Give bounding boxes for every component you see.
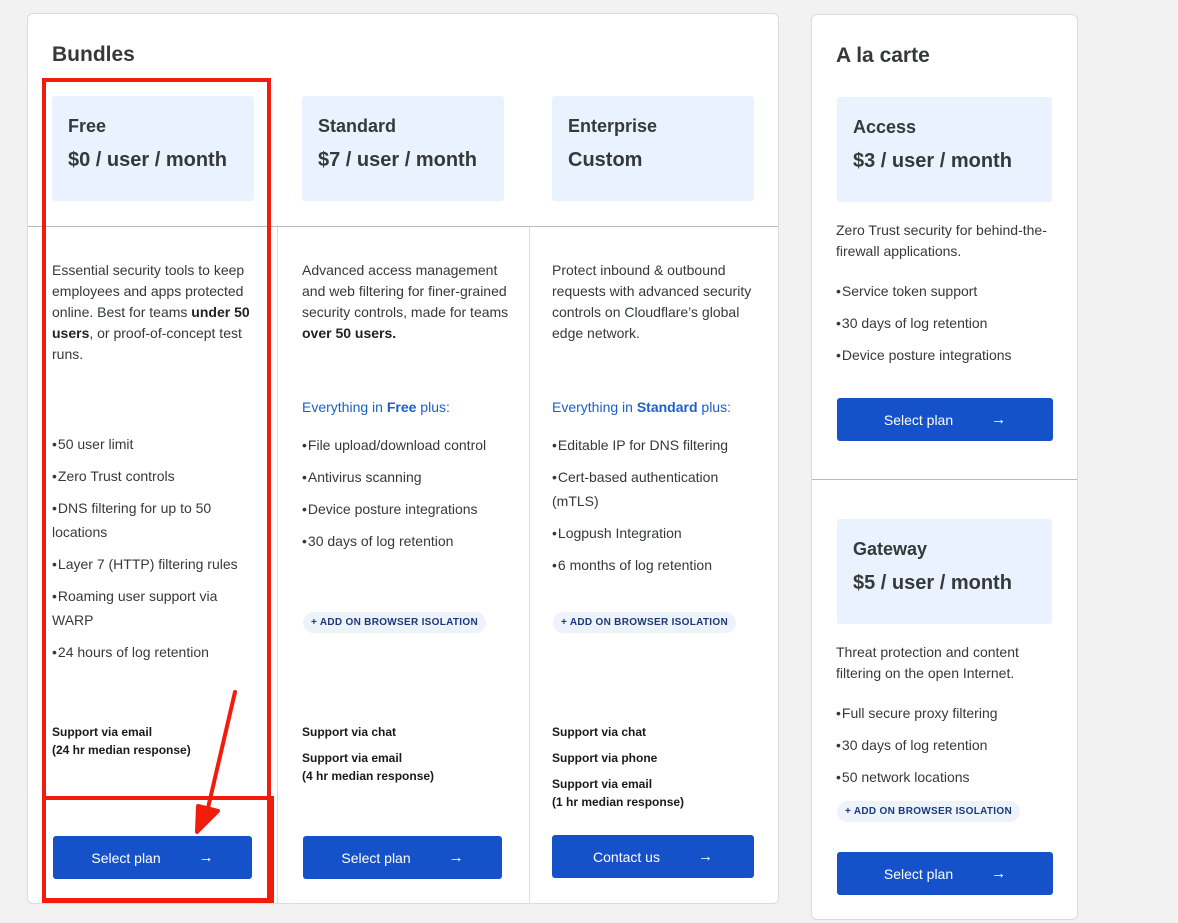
gateway-plan-name: Gateway bbox=[853, 539, 928, 559]
access-plan-price: $3 / user / month bbox=[853, 150, 1012, 172]
access-select-plan-button[interactable]: Select plan → bbox=[837, 398, 1053, 441]
enterprise-contact-us-button[interactable]: Contact us → bbox=[552, 835, 754, 878]
access-plan-name: Access bbox=[853, 117, 917, 137]
access-plan-description: Zero Trust security for behind-the-firew… bbox=[836, 222, 1047, 259]
arrow-right-icon: → bbox=[991, 411, 1007, 428]
list-item: Editable IP for DNS filtering bbox=[552, 433, 752, 457]
alacarte-card: A la carte Access $3 / user / month Zero… bbox=[811, 14, 1078, 920]
highlight-free-button bbox=[42, 796, 274, 903]
standard-plan-description: Advanced access management and web filte… bbox=[302, 262, 509, 341]
standard-select-plan-button[interactable]: Select plan → bbox=[303, 836, 502, 879]
standard-browser-isolation-addon[interactable]: + ADD ON BROWSER ISOLATION bbox=[303, 612, 486, 633]
list-item: Full secure proxy filtering bbox=[836, 701, 1056, 725]
list-item: Antivirus scanning bbox=[302, 465, 512, 489]
list-item: File upload/download control bbox=[302, 433, 512, 457]
enterprise-plan-description: Protect inbound & outbound requests with… bbox=[552, 262, 752, 341]
list-item: 30 days of log retention bbox=[836, 311, 1056, 335]
gateway-select-plan-button[interactable]: Select plan → bbox=[837, 852, 1053, 895]
access-plan-header: Access $3 / user / month bbox=[837, 97, 1052, 202]
gateway-plan-description: Threat protection and content filtering … bbox=[836, 644, 1019, 681]
column-divider bbox=[277, 227, 278, 904]
standard-support: Support via chat Support via email (4 hr … bbox=[302, 725, 435, 783]
enterprise-support: Support via chat Support via phone Suppo… bbox=[552, 725, 685, 809]
list-item: 30 days of log retention bbox=[302, 529, 512, 553]
standard-plan-name: Standard bbox=[318, 116, 397, 136]
list-item: 30 days of log retention bbox=[836, 733, 1056, 757]
highlight-free-column bbox=[42, 78, 271, 902]
access-feature-list: Service token support 30 days of log ret… bbox=[836, 279, 1056, 375]
enterprise-plus-heading: Everything in Standard plus: bbox=[552, 399, 731, 415]
list-item: 6 months of log retention bbox=[552, 553, 752, 577]
bundles-title: Bundles bbox=[52, 43, 135, 66]
standard-plus-heading: Everything in Free plus: bbox=[302, 399, 450, 415]
gateway-plan-header: Gateway $5 / user / month bbox=[837, 519, 1052, 624]
alacarte-title: A la carte bbox=[836, 44, 930, 67]
gateway-browser-isolation-addon[interactable]: + ADD ON BROWSER ISOLATION bbox=[837, 801, 1020, 822]
standard-feature-list: File upload/download control Antivirus s… bbox=[302, 433, 512, 561]
list-item: 50 network locations bbox=[836, 765, 1056, 789]
enterprise-feature-list: Editable IP for DNS filtering Cert-based… bbox=[552, 433, 752, 585]
column-divider bbox=[529, 227, 530, 904]
alacarte-divider bbox=[812, 479, 1077, 480]
arrow-right-icon: → bbox=[991, 865, 1007, 882]
list-item: Logpush Integration bbox=[552, 521, 752, 545]
list-item: Cert-based authentication (mTLS) bbox=[552, 465, 752, 513]
arrow-right-icon: → bbox=[697, 848, 713, 865]
standard-plan-price: $7 / user / month bbox=[318, 149, 477, 171]
list-item: Device posture integrations bbox=[836, 343, 1056, 367]
enterprise-browser-isolation-addon[interactable]: + ADD ON BROWSER ISOLATION bbox=[553, 612, 736, 633]
arrow-right-icon: → bbox=[448, 849, 464, 866]
list-item: Device posture integrations bbox=[302, 497, 512, 521]
gateway-feature-list: Full secure proxy filtering 30 days of l… bbox=[836, 701, 1056, 797]
enterprise-plan-header: Enterprise Custom bbox=[552, 96, 754, 201]
enterprise-plan-name: Enterprise bbox=[568, 116, 658, 136]
enterprise-plan-price: Custom bbox=[568, 149, 643, 171]
standard-plan-header: Standard $7 / user / month bbox=[302, 96, 504, 201]
list-item: Service token support bbox=[836, 279, 1056, 303]
gateway-plan-price: $5 / user / month bbox=[853, 572, 1012, 594]
